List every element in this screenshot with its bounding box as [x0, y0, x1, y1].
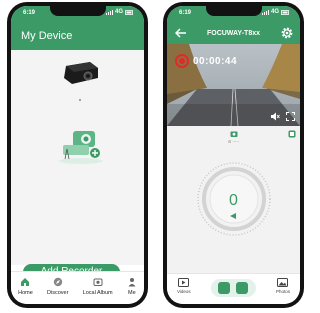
- nav-me-label: Me: [128, 290, 136, 296]
- nav-home-label: Home: [18, 290, 33, 296]
- fullscreen-icon[interactable]: [286, 112, 295, 121]
- add-device-illustration[interactable]: [55, 123, 107, 165]
- side-camera-icon[interactable]: [288, 130, 296, 138]
- page-indicator: [79, 99, 81, 101]
- recorder-screen: 6:19 4G FOCUWAY-T8xx 00:00:44 ⊙ ····· 0 …: [167, 6, 300, 304]
- battery-icon: [281, 9, 289, 15]
- recorder-bottom-bar: Videos Photos: [167, 273, 300, 304]
- status-time: 6:19: [23, 10, 36, 16]
- device-list-area: Add Recorder: [11, 50, 144, 304]
- gear-icon[interactable]: [280, 26, 294, 40]
- direction-arrow-icon: [230, 213, 236, 219]
- battery-icon: [125, 9, 133, 15]
- nav-discover-label: Discover: [47, 290, 69, 296]
- dashboard-controls: ⊙ ····· 0: [167, 126, 300, 274]
- phone-right: 6:19 4G FOCUWAY-T8xx 00:00:44 ⊙ ····· 0 …: [163, 2, 304, 308]
- person-icon: [128, 278, 136, 287]
- status-icons: 4G: [261, 9, 290, 15]
- speed-value: 0: [229, 192, 238, 209]
- bottom-navigation: Home Discover Local Album Me: [11, 271, 144, 304]
- capture-controls: [211, 279, 256, 297]
- nav-me[interactable]: Me: [127, 272, 137, 304]
- video-film-icon: [178, 278, 190, 287]
- photos-label: Photos: [275, 289, 290, 294]
- notch: [205, 6, 262, 16]
- dashcam-image[interactable]: [60, 60, 100, 86]
- page-title: My Device: [21, 30, 73, 42]
- app-header: 6:19 4G My Device: [11, 6, 144, 50]
- home-icon: [21, 278, 30, 286]
- signal-icon: [261, 9, 269, 15]
- recorder-header: 6:19 4G FOCUWAY-T8xx: [167, 6, 300, 44]
- nav-local-album-label: Local Album: [82, 290, 113, 296]
- record-button[interactable]: [175, 54, 189, 68]
- notch: [49, 6, 106, 16]
- mute-icon[interactable]: [270, 112, 280, 121]
- photos-button[interactable]: Photos: [276, 278, 290, 294]
- album-icon: [93, 278, 103, 286]
- network-label: 4G: [114, 9, 123, 15]
- videos-label: Videos: [177, 289, 191, 294]
- record-video-button[interactable]: [218, 282, 230, 294]
- status-icons: 4G: [105, 9, 134, 15]
- camera-mode-icon[interactable]: [230, 130, 238, 138]
- nav-home[interactable]: Home: [18, 272, 33, 304]
- mode-label: ⊙ ·····: [227, 139, 240, 144]
- snapshot-button[interactable]: [236, 282, 248, 294]
- live-video-preview[interactable]: 00:00:44: [167, 44, 300, 126]
- photo-icon: [277, 278, 289, 287]
- nav-local-album[interactable]: Local Album: [83, 272, 113, 304]
- status-time: 6:19: [179, 10, 192, 16]
- recording-timer: 00:00:44: [193, 56, 238, 67]
- signal-icon: [105, 9, 113, 15]
- compass-icon: [53, 277, 62, 287]
- nav-discover[interactable]: Discover: [47, 272, 68, 304]
- videos-button[interactable]: Videos: [177, 278, 191, 294]
- network-label: 4G: [270, 9, 279, 15]
- phone-left: 6:19 4G My Device Home Discover Local Al…: [7, 2, 148, 308]
- my-device-screen: 6:19 4G My Device Home Discover Local Al…: [11, 6, 144, 304]
